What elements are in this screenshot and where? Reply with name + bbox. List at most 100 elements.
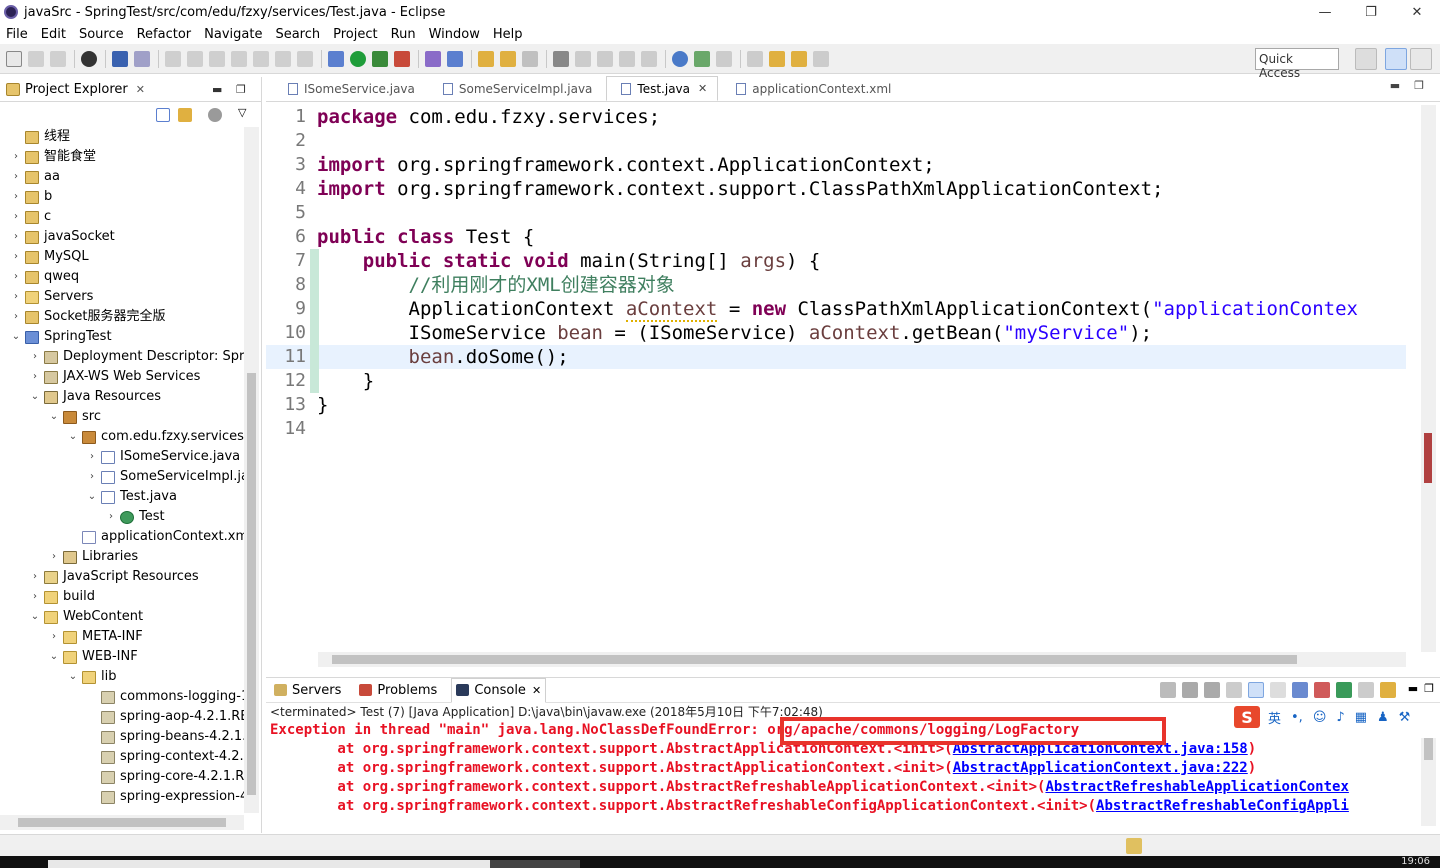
code-line[interactable]: 2 <box>266 129 1406 153</box>
gutter[interactable] <box>308 393 317 417</box>
external-tools-icon[interactable] <box>394 50 410 67</box>
coverage-icon[interactable] <box>372 50 388 67</box>
editor-tab[interactable]: SomeServiceImpl.java <box>429 76 603 101</box>
skin-icon[interactable]: ♟ <box>1377 710 1389 725</box>
tree-horizontal-scrollbar[interactable] <box>0 815 244 830</box>
taskbar-search[interactable] <box>48 860 518 868</box>
terminal-icon[interactable] <box>112 50 128 67</box>
tree-item[interactable]: › b <box>0 187 244 207</box>
menu-run[interactable]: Run <box>391 27 416 42</box>
code-line[interactable]: 8 //利用刚才的XML创建容器对象 <box>266 273 1406 297</box>
collapsed-arrow-icon[interactable]: › <box>86 447 98 467</box>
collapse-all-icon[interactable] <box>156 108 170 122</box>
tree-item[interactable]: › ISomeService.java <box>0 447 244 467</box>
tree-vertical-scrollbar[interactable] <box>244 127 259 813</box>
collapsed-arrow-icon[interactable]: › <box>10 167 22 187</box>
tree-item[interactable]: › 智能食堂 <box>0 147 244 167</box>
tree-item[interactable]: spring-context-4.2.1. <box>0 747 244 767</box>
block-selection-icon[interactable] <box>619 50 635 67</box>
collapsed-arrow-icon[interactable]: › <box>10 187 22 207</box>
emoji-icon[interactable]: ☺ <box>1313 710 1327 725</box>
menu-source[interactable]: Source <box>79 27 124 42</box>
step-over-icon[interactable] <box>275 50 291 67</box>
next-annotation-icon[interactable] <box>694 50 710 67</box>
link-with-editor-icon[interactable] <box>178 108 192 122</box>
open-type-icon[interactable] <box>478 50 494 67</box>
skip-breakpoints-icon[interactable] <box>134 50 150 67</box>
editor-tab[interactable]: applicationContext.xml <box>722 76 901 101</box>
remove-all-terminated-icon[interactable] <box>1203 682 1220 698</box>
show-on-stderr-icon[interactable] <box>1313 682 1330 698</box>
expanded-arrow-icon[interactable]: ⌄ <box>48 407 60 427</box>
editor-view-buttons[interactable]: ▬ ❐ <box>1390 79 1424 92</box>
open-console-icon[interactable] <box>1379 682 1396 698</box>
toggle-breadcrumb-icon[interactable] <box>553 50 569 67</box>
expanded-arrow-icon[interactable]: ⌄ <box>29 607 41 627</box>
collapsed-arrow-icon[interactable]: › <box>10 147 22 167</box>
show-on-stdout-icon[interactable] <box>1291 682 1308 698</box>
step-return-icon[interactable] <box>297 50 313 67</box>
collapsed-arrow-icon[interactable]: › <box>29 367 41 387</box>
code-line[interactable]: 13} <box>266 393 1406 417</box>
tree-item[interactable]: › qweq <box>0 267 244 287</box>
tree-item[interactable]: › Libraries <box>0 547 244 567</box>
expanded-arrow-icon[interactable]: ⌄ <box>48 647 60 667</box>
menu-refactor[interactable]: Refactor <box>137 27 192 42</box>
tree-item[interactable]: ⌄ src <box>0 407 244 427</box>
view-tab-console[interactable]: Console ✕ <box>451 677 547 703</box>
menu-window[interactable]: Window <box>429 27 480 42</box>
code-line[interactable]: 6 public class Test { <box>266 225 1406 249</box>
tree-item[interactable]: ⌄ SpringTest <box>0 327 244 347</box>
tree-scroll-thumb[interactable] <box>247 373 256 795</box>
gutter[interactable] <box>308 273 319 297</box>
tree-item[interactable]: › MySQL <box>0 247 244 267</box>
tree-item[interactable]: › SomeServiceImpl.jav <box>0 467 244 487</box>
pin-console-icon[interactable] <box>1335 682 1352 698</box>
expanded-arrow-icon[interactable]: ⌄ <box>10 327 22 347</box>
tree-item[interactable]: ⌄ Java Resources <box>0 387 244 407</box>
java-perspective-icon[interactable] <box>1410 48 1432 70</box>
debug-icon[interactable] <box>328 50 344 67</box>
tree-item[interactable]: ⌄ lib <box>0 667 244 687</box>
editor-vertical-scrollbar[interactable] <box>1421 105 1436 652</box>
close-tab-icon[interactable]: ✕ <box>698 82 707 95</box>
open-perspective-icon[interactable] <box>1355 48 1377 70</box>
keyboard-icon[interactable]: ▦ <box>1355 710 1367 725</box>
tree-item[interactable]: › JAX-WS Web Services <box>0 367 244 387</box>
code-line[interactable]: 3 import org.springframework.context.Appl… <box>266 153 1406 177</box>
code-line[interactable]: 1 package com.edu.fzxy.services; <box>266 105 1406 129</box>
tree-item[interactable]: commons-logging-1 <box>0 687 244 707</box>
new-class-icon[interactable] <box>447 50 463 67</box>
gutter[interactable] <box>308 153 317 177</box>
gutter[interactable] <box>308 129 317 153</box>
status-icon[interactable] <box>1126 838 1142 854</box>
clear-console-icon[interactable] <box>1225 682 1242 698</box>
menu-search[interactable]: Search <box>275 27 320 42</box>
word-wrap-console-icon[interactable] <box>1269 682 1286 698</box>
collapsed-arrow-icon[interactable]: › <box>10 267 22 287</box>
menu-file[interactable]: File <box>6 27 28 42</box>
close-icon[interactable]: ✕ <box>136 83 145 96</box>
tree-item[interactable]: › Servers <box>0 287 244 307</box>
expanded-arrow-icon[interactable]: ⌄ <box>86 487 98 507</box>
java-ee-perspective-icon[interactable] <box>1385 48 1407 70</box>
tree-item[interactable]: ⌄ WEB-INF <box>0 647 244 667</box>
code-line[interactable]: 9 ApplicationContext aContext = new Clas… <box>266 297 1406 322</box>
collapsed-arrow-icon[interactable]: › <box>48 627 60 647</box>
tree-item[interactable]: spring-aop-4.2.1.REL <box>0 707 244 727</box>
expanded-arrow-icon[interactable]: ⌄ <box>67 427 79 447</box>
resume-icon[interactable] <box>165 50 181 67</box>
search-icon[interactable] <box>522 50 538 67</box>
collapsed-arrow-icon[interactable]: › <box>10 207 22 227</box>
save-all-icon[interactable] <box>50 50 66 67</box>
ime-punctuation[interactable]: •, <box>1291 710 1303 725</box>
view-menu-icon[interactable]: ▽ <box>238 106 246 119</box>
editor-tab[interactable]: ISomeService.java <box>274 76 425 101</box>
collapsed-arrow-icon[interactable]: › <box>10 247 22 267</box>
mark-occurrences-icon[interactable] <box>575 50 591 67</box>
gutter[interactable] <box>308 321 319 345</box>
remove-launch-icon[interactable] <box>1181 682 1198 698</box>
tree-item[interactable]: applicationContext.xml <box>0 527 244 547</box>
tree-item[interactable]: spring-core-4.2.1.RE <box>0 767 244 787</box>
new-java-project-icon[interactable] <box>425 50 441 67</box>
